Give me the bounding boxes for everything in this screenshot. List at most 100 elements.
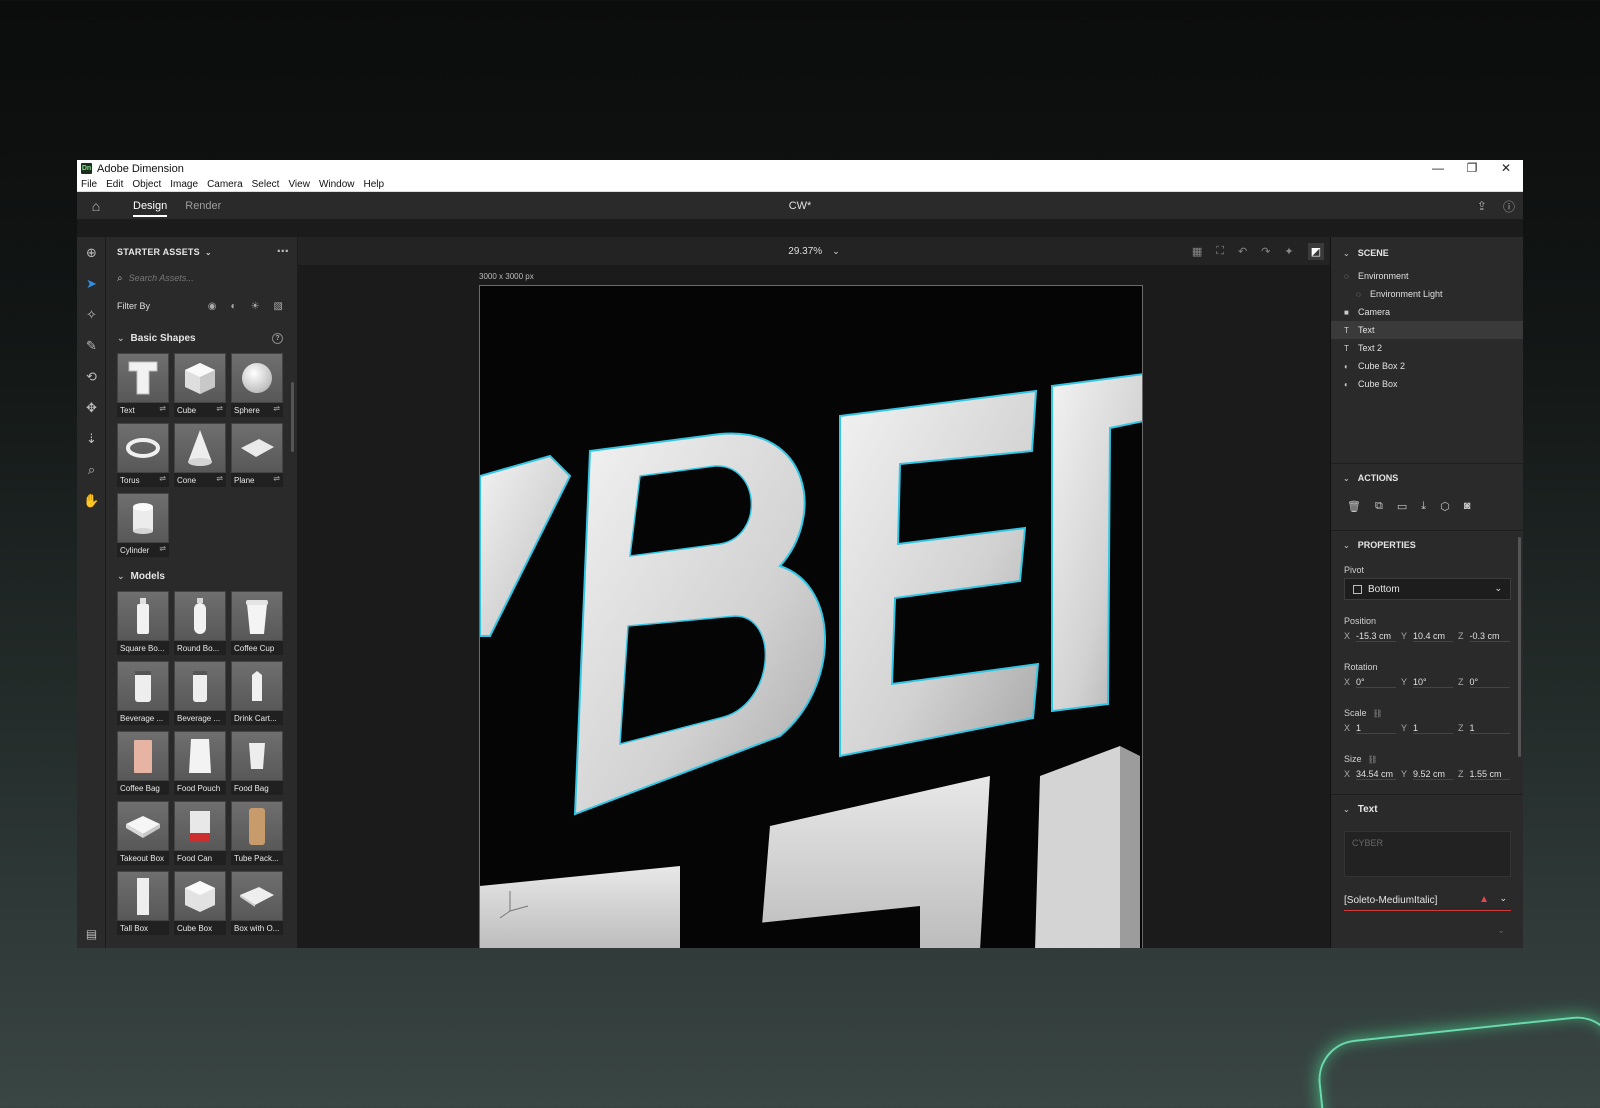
search-input[interactable]: ⌕ Search Assets... — [117, 267, 286, 289]
minimize-button[interactable]: — — [1421, 160, 1455, 177]
models-header[interactable]: ⌄ Models — [106, 561, 297, 591]
basic-shapes-header[interactable]: ⌄ Basic Shapes ? — [106, 323, 297, 353]
asset-sphere[interactable]: Sphere ⇌ — [231, 353, 283, 417]
model-item[interactable]: Food Can — [174, 801, 226, 865]
link-icon[interactable]: ⛓ — [1368, 755, 1378, 764]
menu-camera[interactable]: Camera — [207, 179, 243, 190]
filter-images-icon[interactable]: ▧ — [274, 301, 283, 312]
model-item[interactable]: Beverage ... — [174, 661, 226, 725]
scene-item-text[interactable]: T Text — [1331, 321, 1523, 339]
restore-button[interactable]: ❐ — [1455, 160, 1489, 177]
settings-sliders-icon[interactable]: ⇌ — [216, 404, 223, 413]
chevron-down-icon[interactable]: ⌄ — [1497, 925, 1505, 936]
actions-header[interactable]: ⌄ ACTIONS — [1331, 464, 1523, 492]
help-icon[interactable]: ⓘ — [1503, 198, 1515, 215]
assets-header[interactable]: STARTER ASSETS ⌄ ⋯ — [106, 237, 297, 267]
pan-move-icon[interactable]: ✥ — [77, 392, 106, 423]
properties-header[interactable]: ⌄ PROPERTIES — [1331, 531, 1523, 559]
hand-icon[interactable]: ✋ — [77, 485, 106, 516]
scale-x-field[interactable]: X1 — [1344, 723, 1401, 734]
model-item[interactable]: Beverage ... — [117, 661, 169, 725]
home-icon[interactable]: ⌂ — [77, 198, 115, 214]
filter-models-icon[interactable]: ◉ — [208, 301, 217, 312]
settings-sliders-icon[interactable]: ⇌ — [273, 474, 280, 483]
model-item[interactable]: Tall Box — [117, 871, 169, 935]
asset-cylinder[interactable]: Cylinder ⇌ — [117, 493, 169, 557]
menu-edit[interactable]: Edit — [106, 179, 123, 190]
model-item[interactable]: Food Pouch — [174, 731, 226, 795]
zoom-dropdown[interactable]: 29.37% ⌄ — [788, 246, 839, 257]
scale-z-field[interactable]: Z1 — [1458, 723, 1515, 734]
scene-item-camera[interactable]: ■ Camera — [1331, 303, 1523, 321]
text-content-input[interactable]: CYBER — [1344, 831, 1511, 877]
tab-render[interactable]: Render — [185, 192, 221, 220]
model-item[interactable]: Food Bag — [231, 731, 283, 795]
scene-item-environment-light[interactable]: ◌ Environment Light — [1331, 285, 1523, 303]
size-x-field[interactable]: X 34.54 cm — [1344, 769, 1401, 780]
undo-camera-icon[interactable]: ↶ — [1238, 245, 1247, 258]
position-z-field[interactable]: Z -0.3 cm — [1458, 631, 1515, 642]
render-canvas[interactable] — [479, 285, 1143, 948]
properties-scrollbar[interactable] — [1518, 537, 1521, 757]
rotation-z-field[interactable]: Z 0° — [1458, 677, 1515, 688]
zoom-icon[interactable]: ⌕ — [77, 454, 106, 485]
duplicate-icon[interactable]: ⧉ — [1375, 500, 1383, 513]
asset-plane[interactable]: Plane ⇌ — [231, 423, 283, 487]
model-item[interactable]: Takeout Box — [117, 801, 169, 865]
model-item[interactable]: Coffee Bag — [117, 731, 169, 795]
rotation-y-field[interactable]: Y 10° — [1401, 677, 1458, 688]
tab-design[interactable]: Design — [133, 192, 168, 220]
position-x-field[interactable]: X -15.3 cm — [1344, 631, 1401, 642]
package-icon[interactable]: ⬡ — [1440, 500, 1450, 513]
settings-sliders-icon[interactable]: ⇌ — [159, 474, 166, 483]
model-item[interactable]: Box with O... — [231, 871, 283, 935]
position-y-field[interactable]: Y 10.4 cm — [1401, 631, 1458, 642]
scene-item-cube-box[interactable]: ◐ Cube Box — [1331, 375, 1523, 393]
render-preview-icon[interactable]: ◩ — [1307, 243, 1324, 260]
rotation-x-field[interactable]: X 0° — [1344, 677, 1401, 688]
size-z-field[interactable]: Z 1.55 cm — [1458, 769, 1515, 780]
settings-sliders-icon[interactable]: ⇌ — [159, 544, 166, 553]
bookmark-camera-icon[interactable]: ✦ — [1284, 245, 1293, 258]
menu-image[interactable]: Image — [170, 179, 198, 190]
menu-select[interactable]: Select — [252, 179, 280, 190]
asset-cube[interactable]: Cube ⇌ — [174, 353, 226, 417]
size-y-field[interactable]: Y 9.52 cm — [1401, 769, 1458, 780]
menu-view[interactable]: View — [288, 179, 310, 190]
filter-materials-icon[interactable]: ◐ — [231, 301, 237, 312]
orbit-icon[interactable]: ⟲ — [77, 361, 106, 392]
asset-text[interactable]: Text ⇌ — [117, 353, 169, 417]
font-dropdown[interactable]: [Soleto-MediumItalic] ▲ ⌄ — [1344, 891, 1511, 911]
redo-camera-icon[interactable]: ↷ — [1261, 245, 1270, 258]
delete-icon[interactable]: 🗑 — [1347, 500, 1361, 513]
library-icon[interactable]: ▤ — [77, 924, 106, 944]
grid-view-icon[interactable]: ▦ — [1192, 245, 1202, 258]
help-circle-icon[interactable]: ? — [272, 332, 283, 344]
link-icon[interactable]: ⛓ — [1373, 709, 1383, 718]
settings-sliders-icon[interactable]: ⇌ — [273, 404, 280, 413]
menu-help[interactable]: Help — [364, 179, 385, 190]
model-item[interactable]: Round Bo... — [174, 591, 226, 655]
magic-wand-icon[interactable]: ✧ — [77, 299, 106, 330]
model-item[interactable]: Cube Box — [174, 871, 226, 935]
dolly-icon[interactable]: ⇣ — [77, 423, 106, 454]
scene-item-environment[interactable]: ◌ Environment — [1331, 267, 1523, 285]
filter-lights-icon[interactable]: ☀ — [251, 301, 260, 312]
drop-to-ground-icon[interactable]: ⤓ — [1421, 500, 1426, 513]
scene-header[interactable]: ⌄ SCENE — [1331, 239, 1523, 267]
add-icon[interactable]: ⊕ — [77, 237, 106, 268]
model-item[interactable]: Drink Cart... — [231, 661, 283, 725]
share-icon[interactable]: ⇪ — [1477, 199, 1487, 213]
model-item[interactable]: Coffee Cup — [231, 591, 283, 655]
settings-sliders-icon[interactable]: ⇌ — [159, 404, 166, 413]
menu-window[interactable]: Window — [319, 179, 355, 190]
close-button[interactable]: ✕ — [1489, 160, 1523, 177]
assets-scrollbar[interactable] — [291, 382, 294, 452]
place-on-icon[interactable]: ◙ — [1464, 500, 1471, 512]
select-tool-icon[interactable]: ➤ — [77, 268, 106, 299]
scene-item-cube-box-2[interactable]: ◐ Cube Box 2 — [1331, 357, 1523, 375]
menu-file[interactable]: File — [81, 179, 97, 190]
asset-torus[interactable]: Torus ⇌ — [117, 423, 169, 487]
menu-object[interactable]: Object — [132, 179, 161, 190]
scene-item-text-2[interactable]: T Text 2 — [1331, 339, 1523, 357]
